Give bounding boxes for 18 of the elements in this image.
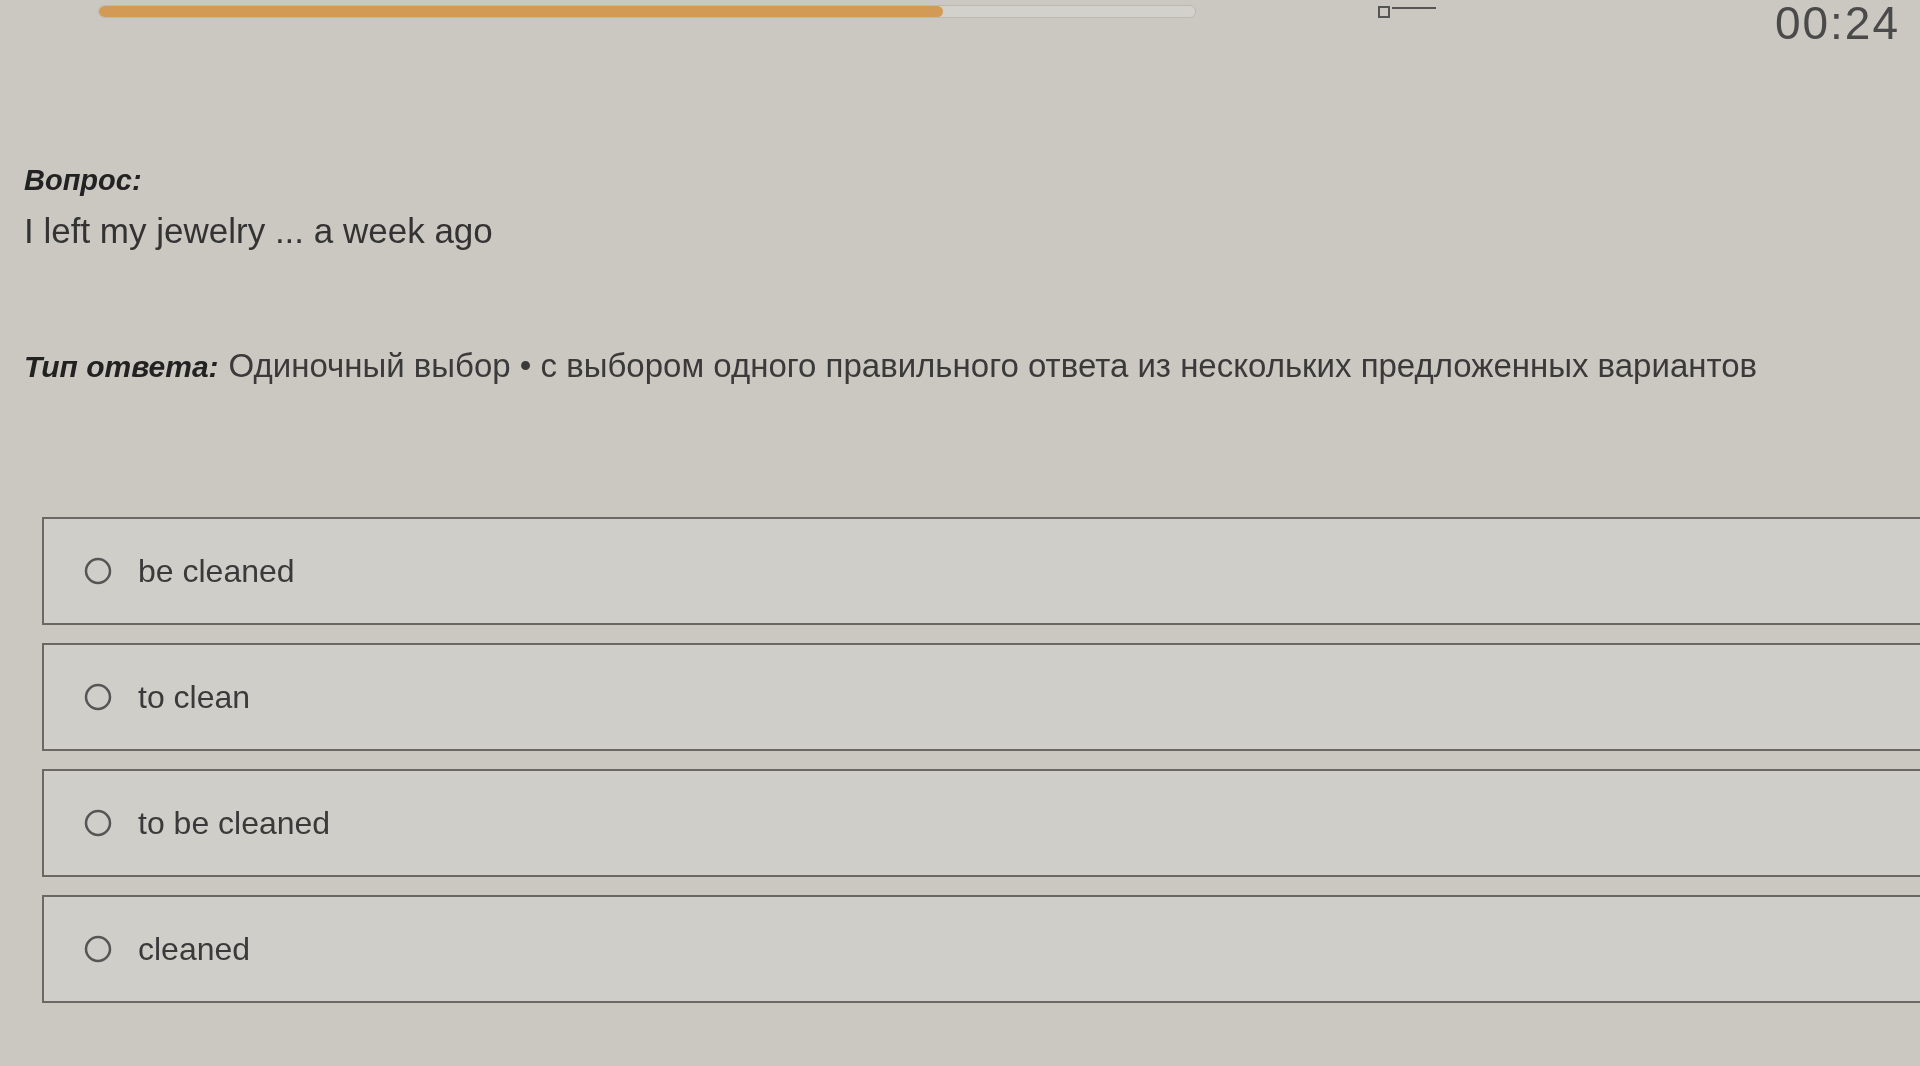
timer: 00:24 <box>1774 0 1900 46</box>
radio-button-icon[interactable] <box>84 557 112 585</box>
radio-button-icon[interactable] <box>84 935 112 963</box>
answer-option[interactable]: to be cleaned <box>42 769 1920 877</box>
question-text: I left my jewelry ... a week ago <box>24 211 493 251</box>
answer-option[interactable]: to clean <box>42 643 1920 751</box>
option-text: to be cleaned <box>138 804 331 842</box>
option-text: cleaned <box>138 930 251 968</box>
marker-icon <box>1378 6 1436 18</box>
answer-type-label: Тип ответа: <box>24 350 219 384</box>
radio-button-icon[interactable] <box>84 809 112 837</box>
question-label: Вопрос: <box>24 164 142 197</box>
radio-button-icon[interactable] <box>84 683 112 711</box>
answer-type-text: Одиночный выбор • с выбором одного правильного ответа из нескольких предложенных вариантов <box>228 347 1758 385</box>
option-text: to clean <box>138 678 251 716</box>
option-text: be cleaned <box>138 552 295 590</box>
answer-option[interactable]: cleaned <box>42 895 1920 1003</box>
answer-option[interactable]: be cleaned <box>42 517 1920 625</box>
